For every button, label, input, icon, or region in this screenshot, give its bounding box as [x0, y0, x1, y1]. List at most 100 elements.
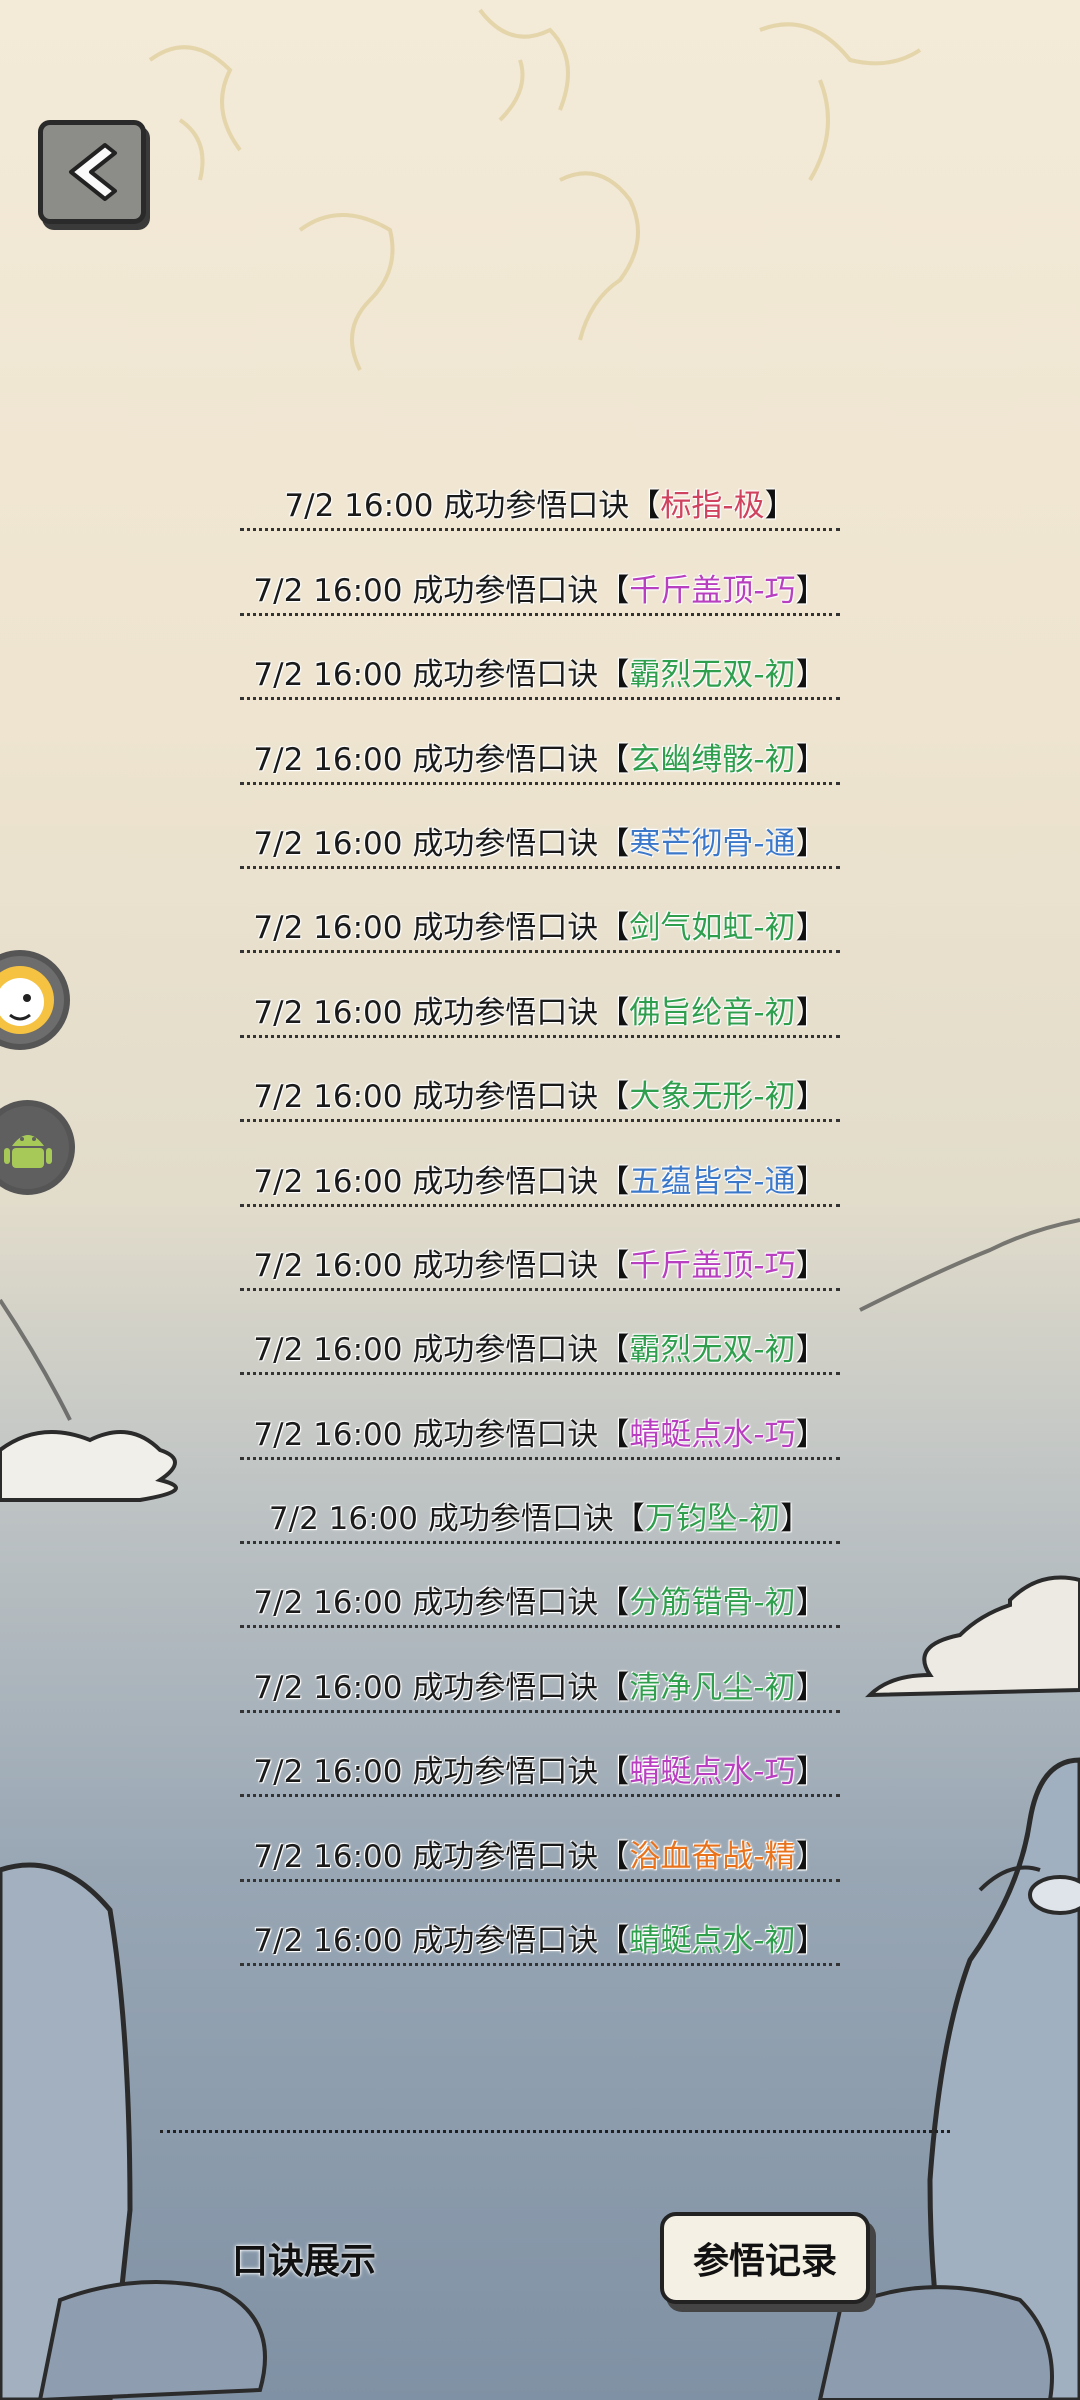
log-action: 成功参悟口诀 — [412, 1163, 599, 1200]
bracket-close: 】 — [795, 1585, 827, 1622]
chevron-left-icon — [69, 143, 117, 201]
skill-name: 分筋错骨-初 — [629, 1585, 796, 1622]
log-action: 成功参悟口诀 — [412, 741, 599, 778]
log-time: 7/2 16:00 — [253, 741, 403, 778]
android-icon — [3, 1134, 52, 1168]
log-time: 7/2 16:00 — [284, 488, 434, 525]
log-action: 成功参悟口诀 — [412, 1332, 599, 1369]
log-row: 7/2 16:00 成功参悟口诀【浴血奋战-精】 — [200, 1805, 880, 1889]
log-row: 7/2 16:00 成功参悟口诀【剑气如虹-初】 — [200, 877, 880, 961]
skill-name: 蜻蜓点水-初 — [629, 1923, 796, 1960]
pet-avatar-icon — [0, 966, 54, 1034]
bracket-close: 】 — [795, 572, 827, 609]
log-time: 7/2 16:00 — [253, 1332, 403, 1369]
log-time: 7/2 16:00 — [253, 1247, 403, 1284]
bottom-divider — [160, 2130, 950, 2133]
tab-insight-record[interactable]: 参悟记录 — [660, 2212, 870, 2304]
log-row: 7/2 16:00 成功参悟口诀【大象无形-初】 — [200, 1046, 880, 1130]
log-time: 7/2 16:00 — [253, 1079, 403, 1116]
log-time: 7/2 16:00 — [253, 1669, 403, 1706]
skill-name: 千斤盖顶-巧 — [629, 1247, 796, 1284]
skill-name: 万钧坠-初 — [644, 1501, 781, 1538]
bracket-open: 【 — [598, 1079, 630, 1116]
log-text: 7/2 16:00 成功参悟口诀【玄幽缚骸-初】 — [253, 734, 826, 779]
log-text: 7/2 16:00 成功参悟口诀【蜻蜓点水-初】 — [253, 1915, 826, 1960]
log-action: 成功参悟口诀 — [412, 572, 599, 609]
log-time: 7/2 16:00 — [253, 1838, 403, 1875]
log-row: 7/2 16:00 成功参悟口诀【霸烈无双-初】 — [200, 624, 880, 708]
log-row: 7/2 16:00 成功参悟口诀【千斤盖顶-巧】 — [200, 1215, 880, 1299]
log-text: 7/2 16:00 成功参悟口诀【佛旨纶音-初】 — [253, 987, 826, 1032]
bracket-open: 【 — [629, 488, 661, 525]
bracket-close: 】 — [795, 1923, 827, 1960]
log-time: 7/2 16:00 — [253, 994, 403, 1031]
log-action: 成功参悟口诀 — [412, 1754, 599, 1791]
bracket-open: 【 — [598, 994, 630, 1031]
log-text: 7/2 16:00 成功参悟口诀【霸烈无双-初】 — [253, 1324, 826, 1369]
log-text: 7/2 16:00 成功参悟口诀【蜻蜓点水-巧】 — [253, 1746, 826, 1791]
bracket-close: 】 — [795, 1838, 827, 1875]
bracket-open: 【 — [598, 1838, 630, 1875]
log-text: 7/2 16:00 成功参悟口诀【清净凡尘-初】 — [253, 1662, 826, 1707]
back-button[interactable] — [38, 120, 146, 224]
skill-name: 佛旨纶音-初 — [629, 994, 796, 1031]
log-text: 7/2 16:00 成功参悟口诀【千斤盖顶-巧】 — [253, 1240, 826, 1285]
log-text: 7/2 16:00 成功参悟口诀【浴血奋战-精】 — [253, 1831, 826, 1876]
tab-mantra-display[interactable]: 口诀展示 — [232, 2232, 376, 2284]
log-action: 成功参悟口诀 — [443, 488, 630, 525]
bracket-close: 】 — [795, 657, 827, 694]
log-time: 7/2 16:00 — [253, 572, 403, 609]
log-time: 7/2 16:00 — [268, 1501, 419, 1538]
bracket-open: 【 — [598, 1585, 630, 1622]
skill-name: 寒芒彻骨-通 — [629, 825, 796, 862]
skill-name: 蜻蜓点水-巧 — [629, 1754, 796, 1791]
log-row: 7/2 16:00 成功参悟口诀【寒芒彻骨-通】 — [200, 793, 880, 877]
skill-name: 大象无形-初 — [629, 1079, 796, 1116]
bracket-open: 【 — [598, 910, 630, 947]
log-action: 成功参悟口诀 — [412, 1838, 599, 1875]
skill-name: 霸烈无双-初 — [629, 657, 796, 694]
log-row: 7/2 16:00 成功参悟口诀【分筋错骨-初】 — [200, 1552, 880, 1636]
skill-name: 五蕴皆空-通 — [629, 1163, 796, 1200]
log-row: 7/2 16:00 成功参悟口诀【万钧坠-初】 — [200, 1468, 880, 1552]
bracket-close: 】 — [795, 741, 827, 778]
log-action: 成功参悟口诀 — [412, 657, 599, 694]
bracket-open: 【 — [598, 572, 630, 609]
log-text: 7/2 16:00 成功参悟口诀【寒芒彻骨-通】 — [253, 818, 826, 863]
bracket-close: 】 — [795, 1754, 827, 1791]
log-action: 成功参悟口诀 — [412, 1585, 599, 1622]
log-row: 7/2 16:00 成功参悟口诀【标指-极】 — [200, 455, 880, 539]
bracket-close: 】 — [795, 1669, 827, 1706]
bracket-open: 【 — [598, 1669, 630, 1706]
bracket-close: 】 — [780, 1501, 812, 1538]
log-time: 7/2 16:00 — [253, 910, 403, 947]
bracket-open: 【 — [598, 1247, 630, 1284]
bracket-open: 【 — [598, 657, 630, 694]
skill-name: 玄幽缚骸-初 — [629, 741, 796, 778]
bracket-open: 【 — [598, 1754, 630, 1791]
bracket-open: 【 — [613, 1501, 645, 1538]
log-text: 7/2 16:00 成功参悟口诀【分筋错骨-初】 — [253, 1577, 826, 1622]
skill-name: 清净凡尘-初 — [629, 1669, 796, 1706]
skill-name: 标指-极 — [660, 488, 765, 525]
log-time: 7/2 16:00 — [253, 825, 403, 862]
log-action: 成功参悟口诀 — [412, 1923, 599, 1960]
skill-name: 千斤盖顶-巧 — [629, 572, 796, 609]
log-text: 7/2 16:00 成功参悟口诀【剑气如虹-初】 — [253, 902, 826, 947]
skill-name: 浴血奋战-精 — [629, 1838, 796, 1875]
bracket-close: 】 — [795, 1332, 827, 1369]
log-text: 7/2 16:00 成功参悟口诀【霸烈无双-初】 — [253, 649, 826, 694]
bracket-close: 】 — [764, 488, 796, 525]
log-text: 7/2 16:00 成功参悟口诀【千斤盖顶-巧】 — [253, 565, 826, 610]
log-row: 7/2 16:00 成功参悟口诀【五蕴皆空-通】 — [200, 1130, 880, 1214]
sketch-decor — [148, 8, 922, 371]
log-row: 7/2 16:00 成功参悟口诀【蜻蜓点水-巧】 — [200, 1721, 880, 1805]
log-row: 7/2 16:00 成功参悟口诀【千斤盖顶-巧】 — [200, 539, 880, 623]
log-action: 成功参悟口诀 — [412, 910, 599, 947]
bracket-open: 【 — [598, 1332, 630, 1369]
skill-name: 剑气如虹-初 — [629, 910, 796, 947]
bracket-close: 】 — [795, 994, 827, 1031]
log-row: 7/2 16:00 成功参悟口诀【玄幽缚骸-初】 — [200, 708, 880, 792]
log-text: 7/2 16:00 成功参悟口诀【大象无形-初】 — [253, 1071, 826, 1116]
bracket-close: 】 — [795, 1163, 827, 1200]
